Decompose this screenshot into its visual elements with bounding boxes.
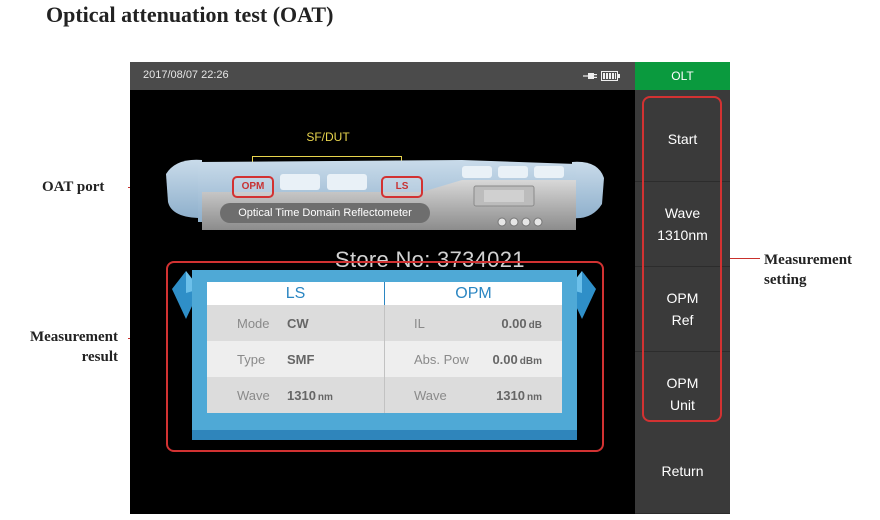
callout-measurement-setting-line2: setting — [764, 272, 807, 288]
sfdut-label: SF/DUT — [306, 130, 350, 144]
result-table: LS OPM Mode CW IL 0.00 dB Type SMF Abs. … — [207, 282, 562, 413]
opm-unit-button-label: OPM Unit — [666, 375, 699, 413]
opm-value: 0.00 dBm — [492, 352, 542, 367]
header-ls: LS — [207, 282, 385, 305]
main-screen: 2017/08/07 22:26 SF/DUT OPM LS Optical T… — [130, 62, 635, 514]
wave-button-label: Wave 1310nm — [657, 205, 708, 243]
opm-key: Wave — [414, 388, 447, 403]
device-window: 2017/08/07 22:26 SF/DUT OPM LS Optical T… — [130, 62, 730, 514]
start-button-label: Start — [667, 131, 698, 147]
ls-cell: Wave 1310 nm — [207, 377, 385, 413]
opm-cell: Wave 1310 nm — [385, 377, 562, 413]
ls-cell: Mode CW — [207, 305, 385, 341]
callout-measurement-setting: Measurement setting — [764, 250, 852, 290]
opm-value: 1310 nm — [496, 388, 542, 403]
plug-icon — [583, 73, 597, 79]
ls-key: Wave — [237, 388, 270, 403]
opm-ref-button-label: OPM Ref — [666, 290, 699, 328]
opm-cell: Abs. Pow 0.00 dBm — [385, 341, 562, 377]
return-button-label: Return — [661, 463, 704, 479]
result-panel-band — [192, 430, 577, 440]
opm-key: IL — [414, 316, 425, 331]
opm-ref-button[interactable]: OPM Ref — [635, 267, 730, 352]
callout-measurement-result: Measurement result — [0, 327, 118, 367]
ls-key: Mode — [237, 316, 270, 331]
table-row: Wave 1310 nm Wave 1310 nm — [207, 377, 562, 413]
port-opm: OPM — [232, 176, 274, 198]
page-heading: Optical attenuation test (OAT) — [46, 2, 334, 27]
callout-measurement-result-line2: result — [81, 349, 118, 365]
callout-measurement-setting-line1: Measurement — [764, 252, 853, 268]
ls-cell: Type SMF — [207, 341, 385, 377]
start-button[interactable]: Start — [635, 97, 730, 182]
callout-measurement-result-line1: Measurement — [29, 329, 118, 345]
ls-value: CW — [287, 316, 309, 331]
status-datetime: 2017/08/07 22:26 — [143, 69, 229, 81]
ls-value: 1310 nm — [287, 388, 333, 403]
tab-olt[interactable]: OLT — [635, 62, 730, 90]
battery-fill — [603, 73, 616, 79]
sidebar: OLT Start Wave 1310nm OPM Ref OPM Unit R… — [635, 62, 730, 514]
battery-icon — [601, 71, 620, 81]
opm-value: 0.00 dB — [501, 316, 542, 331]
opm-cell: IL 0.00 dB — [385, 305, 562, 341]
opm-unit-button[interactable]: OPM Unit — [635, 352, 730, 437]
return-button[interactable]: Return — [635, 429, 730, 514]
opm-key: Abs. Pow — [414, 352, 469, 367]
table-row: Type SMF Abs. Pow 0.00 dBm — [207, 341, 562, 377]
header-opm: OPM — [455, 285, 492, 302]
status-bar: 2017/08/07 22:26 — [130, 62, 635, 90]
ls-key: Type — [237, 352, 266, 367]
callout-oat-port: OAT port — [42, 179, 105, 195]
result-table-body: Mode CW IL 0.00 dB Type SMF Abs. Pow 0.0… — [207, 305, 562, 413]
table-row: Mode CW IL 0.00 dB — [207, 305, 562, 341]
ls-value: SMF — [287, 352, 315, 367]
otdr-name-label: Optical Time Domain Reflectometer — [220, 203, 430, 223]
port-ls: LS — [381, 176, 423, 198]
wave-button[interactable]: Wave 1310nm — [635, 182, 730, 267]
result-table-header: LS OPM — [207, 282, 562, 305]
